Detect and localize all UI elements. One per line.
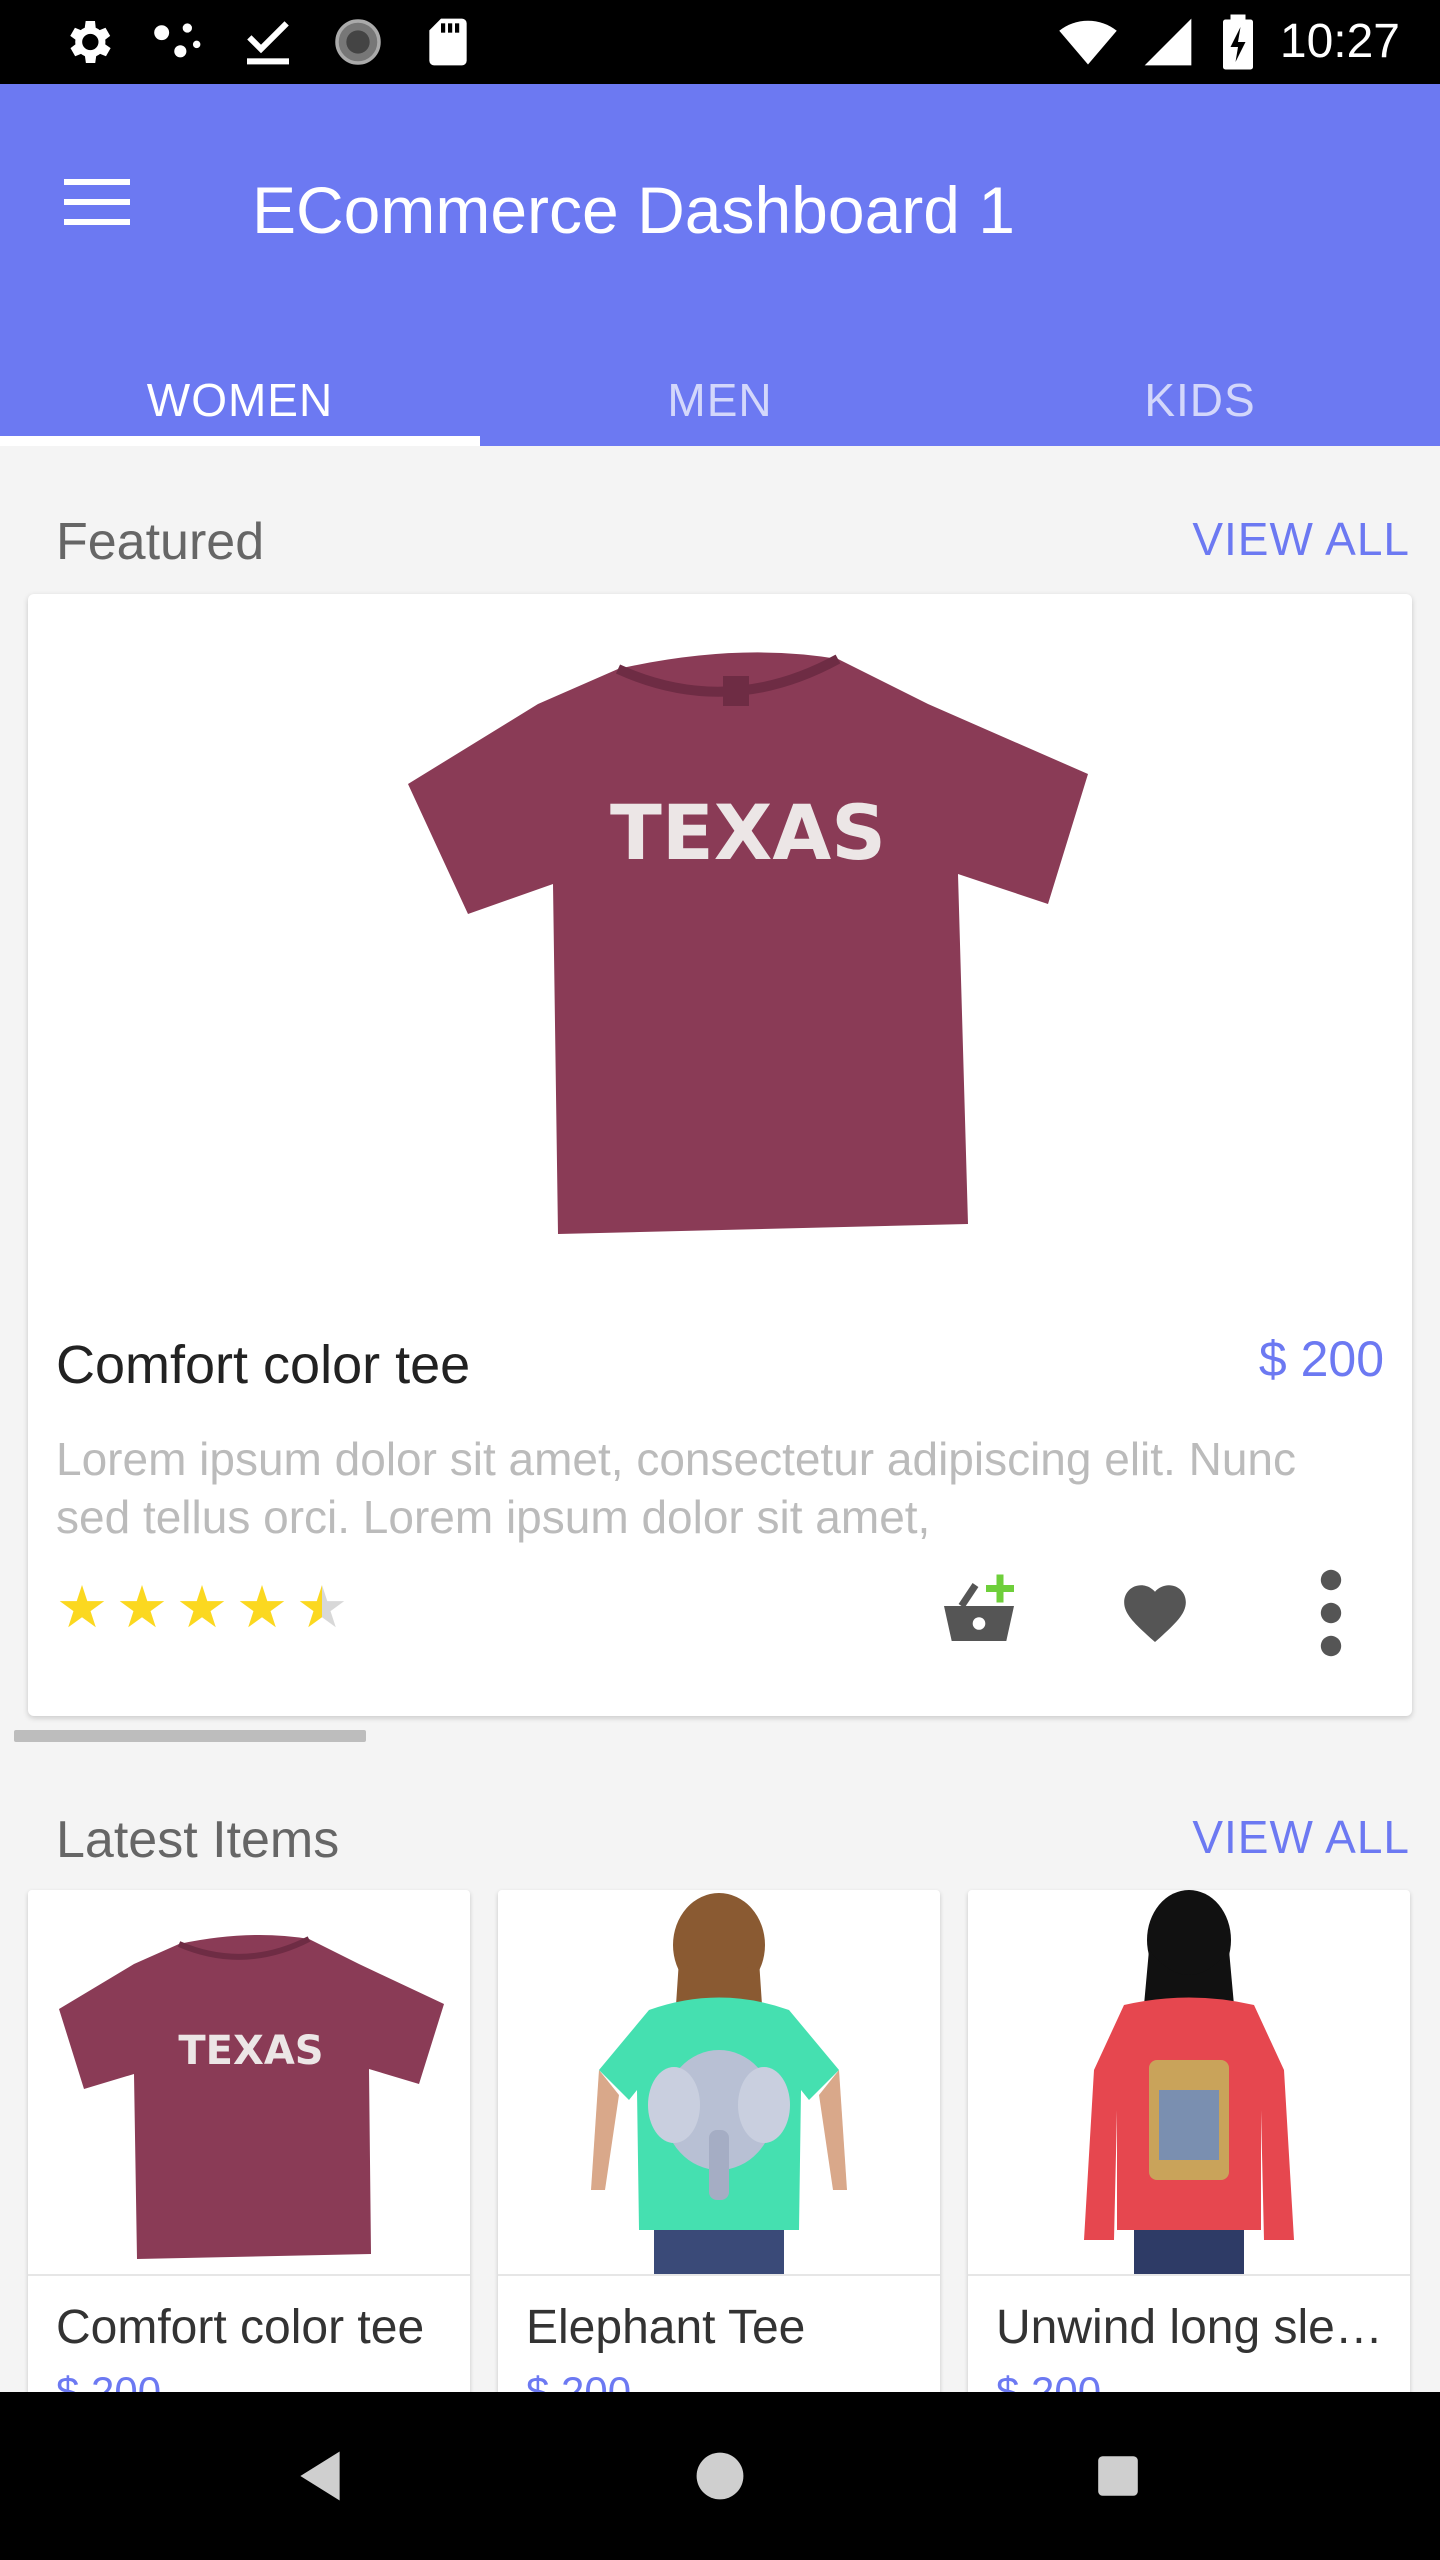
elephant-tee-image [591,1893,847,2274]
add-to-basket-button[interactable] [926,1560,1032,1666]
home-button[interactable] [670,2426,770,2526]
product-price: $ 200 [1258,1331,1384,1387]
cell-signal-icon [1144,18,1192,66]
long-sleeve-tee-image [1084,1890,1294,2274]
latest-items-title: Latest Items [56,1811,340,1869]
star-icon: ★ [176,1573,228,1641]
item-name: Elephant Tee [526,2301,806,2354]
status-icons-right: 10:27 [1058,10,1400,74]
favorite-icon [1124,1585,1186,1642]
download-done-icon [247,21,289,65]
status-icons-left [60,14,476,70]
battery-charging-icon [1222,14,1253,70]
half-star-icon: ★ [296,1573,348,1641]
rating-stars: ★ ★ ★ ★ ★ [56,1578,348,1636]
category-tabs: WOMEN MEN KIDS [0,354,1440,446]
star-icon: ★ [236,1573,288,1641]
tab-kids[interactable]: KIDS [960,354,1440,446]
latest-item-card[interactable]: Elephant Tee $ 200 [498,1890,940,2420]
product-description: Lorem ipsum dolor sit amet, consectetur … [56,1433,1297,1543]
tshirt-print-text: TEXAS [610,788,886,877]
more-options-button[interactable] [1278,1560,1384,1666]
tab-women[interactable]: WOMEN [0,354,480,446]
status-time: 10:27 [1279,15,1400,68]
recents-button[interactable] [1068,2426,1168,2526]
featured-product-card[interactable]: TEXAS Comfort color tee $ 200 Lorem ipsu… [28,594,1412,1716]
tshirt-image: TEXAS [408,652,1088,1234]
favorite-button[interactable] [1102,1560,1208,1666]
app-bar: ECommerce Dashboard 1 WOMEN MEN KIDS [0,84,1440,446]
star-icon: ★ [56,1573,108,1641]
add-to-basket-icon [944,1574,1014,1641]
recents-icon [1098,2456,1138,2496]
latest-item-card[interactable]: TEXAS Comfort color tee $ 200 [28,1890,470,2420]
hamburger-menu-icon [64,179,130,225]
item-image [968,1890,1410,2276]
system-nav-bar [0,2392,1440,2560]
tab-men[interactable]: MEN [480,354,960,446]
more-options-icon [1320,1569,1342,1657]
latest-view-all-link[interactable]: VIEW ALL [1192,1810,1410,1864]
item-image [498,1890,940,2276]
tshirt-image: TEXAS [59,1935,444,2259]
product-name: Comfort color tee [56,1335,471,1395]
featured-product-image: TEXAS [368,624,1108,1294]
latest-item-card[interactable]: Unwind long sle… $ 200 [968,1890,1410,2420]
connection-icon [154,23,201,58]
featured-title: Featured [56,513,265,571]
wifi-icon [1059,20,1117,65]
tshirt-print-text: TEXAS [178,2028,323,2074]
sync-icon [335,19,381,65]
menu-button[interactable] [50,154,146,250]
status-bar: 10:27 [0,0,1440,84]
sd-card-icon [429,18,467,66]
horizontal-scroll-indicator [14,1730,366,1742]
back-button[interactable] [270,2426,370,2526]
settings-icon [70,21,111,63]
item-image: TEXAS [28,1890,470,2276]
active-tab-indicator [0,436,480,446]
card-actions [926,1560,1384,1666]
item-name: Unwind long sle… [996,2301,1383,2354]
back-icon [300,2451,340,2501]
latest-items-list: TEXAS Comfort color tee $ 200 Elephant T… [28,1890,1410,2420]
star-icon: ★ [116,1573,168,1641]
app-title: ECommerce Dashboard 1 [252,173,1015,247]
featured-view-all-link[interactable]: VIEW ALL [1192,512,1410,566]
home-icon [696,2452,744,2500]
item-name: Comfort color tee [56,2301,425,2354]
